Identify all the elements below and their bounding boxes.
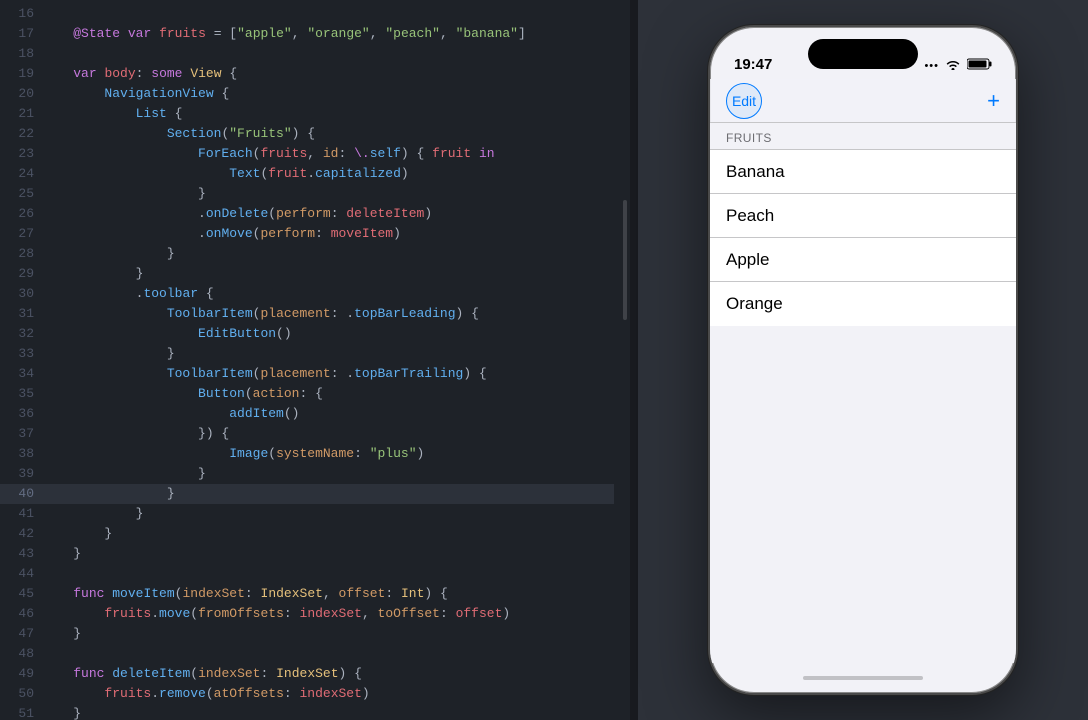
code-line: } [42, 504, 614, 524]
code-line: } [42, 624, 614, 644]
code-scrollbar[interactable] [622, 0, 628, 720]
code-line: func moveItem(indexSet: IndexSet, offset… [42, 584, 614, 604]
code-line: fruits.remove(atOffsets: indexSet) [42, 684, 614, 704]
list-item-label: Orange [726, 294, 783, 314]
code-line: List { [42, 104, 614, 124]
code-line: } [42, 264, 614, 284]
line-numbers: 16 17 18 19 20 21 22 23 24 25 26 27 28 2… [0, 4, 42, 720]
code-line: ToolbarItem(placement: .topBarTrailing) … [42, 364, 614, 384]
code-line: } [42, 184, 614, 204]
code-editor[interactable]: 16 17 18 19 20 21 22 23 24 25 26 27 28 2… [0, 0, 630, 720]
list-item[interactable]: Peach [710, 194, 1016, 238]
code-line: EditButton() [42, 324, 614, 344]
home-indicator [710, 663, 1016, 693]
status-icons: ••• [924, 58, 992, 73]
battery-icon [967, 58, 992, 73]
code-line [42, 44, 614, 64]
dynamic-island [808, 39, 918, 69]
code-line: }) { [42, 424, 614, 444]
wifi-icon [945, 58, 961, 73]
code-line: var body: some View { [42, 64, 614, 84]
code-line: } [42, 544, 614, 564]
code-line: Section("Fruits") { [42, 124, 614, 144]
cellular-dots-icon: ••• [924, 60, 939, 72]
list-content: FRUITS Banana Peach Apple Orange [710, 123, 1016, 663]
code-line: .toolbar { [42, 284, 614, 304]
code-line: func deleteItem(indexSet: IndexSet) { [42, 664, 614, 684]
scrollbar-thumb [623, 200, 627, 320]
add-item-button[interactable]: + [987, 90, 1000, 112]
status-time: 19:47 [734, 56, 772, 73]
navigation-bar: Edit + [710, 79, 1016, 123]
code-area: 16 17 18 19 20 21 22 23 24 25 26 27 28 2… [0, 0, 630, 720]
code-line: .onMove(perform: moveItem) [42, 224, 614, 244]
panel-divider [630, 0, 638, 720]
code-line: Text(fruit.capitalized) [42, 164, 614, 184]
code-line: fruits.move(fromOffsets: indexSet, toOff… [42, 604, 614, 624]
code-line: } [42, 464, 614, 484]
code-line [42, 564, 614, 584]
list-item-label: Banana [726, 162, 785, 182]
list-group: Banana Peach Apple Orange [710, 149, 1016, 326]
code-line: addItem() [42, 404, 614, 424]
home-bar [803, 676, 923, 680]
iphone-frame: 19:47 ••• [708, 25, 1018, 695]
code-line [42, 4, 614, 24]
code-line: @State var fruits = ["apple", "orange", … [42, 24, 614, 44]
section-header: FRUITS [710, 123, 1016, 149]
code-line: } [42, 704, 614, 720]
code-line: Image(systemName: "plus") [42, 444, 614, 464]
edit-button[interactable]: Edit [726, 83, 762, 119]
code-line: } [42, 484, 614, 504]
code-lines: @State var fruits = ["apple", "orange", … [42, 4, 630, 720]
code-line: ToolbarItem(placement: .topBarLeading) { [42, 304, 614, 324]
code-line [42, 644, 614, 664]
code-line: } [42, 244, 614, 264]
code-line: .onDelete(perform: deleteItem) [42, 204, 614, 224]
list-item[interactable]: Banana [710, 150, 1016, 194]
list-item[interactable]: Orange [710, 282, 1016, 326]
list-item-label: Peach [726, 206, 774, 226]
code-line: ForEach(fruits, id: \.self) { fruit in [42, 144, 614, 164]
code-line: NavigationView { [42, 84, 614, 104]
list-item[interactable]: Apple [710, 238, 1016, 282]
code-line: Button(action: { [42, 384, 614, 404]
code-line: } [42, 524, 614, 544]
phone-simulator-panel: 19:47 ••• [638, 0, 1088, 720]
list-item-label: Apple [726, 250, 769, 270]
code-line: } [42, 344, 614, 364]
